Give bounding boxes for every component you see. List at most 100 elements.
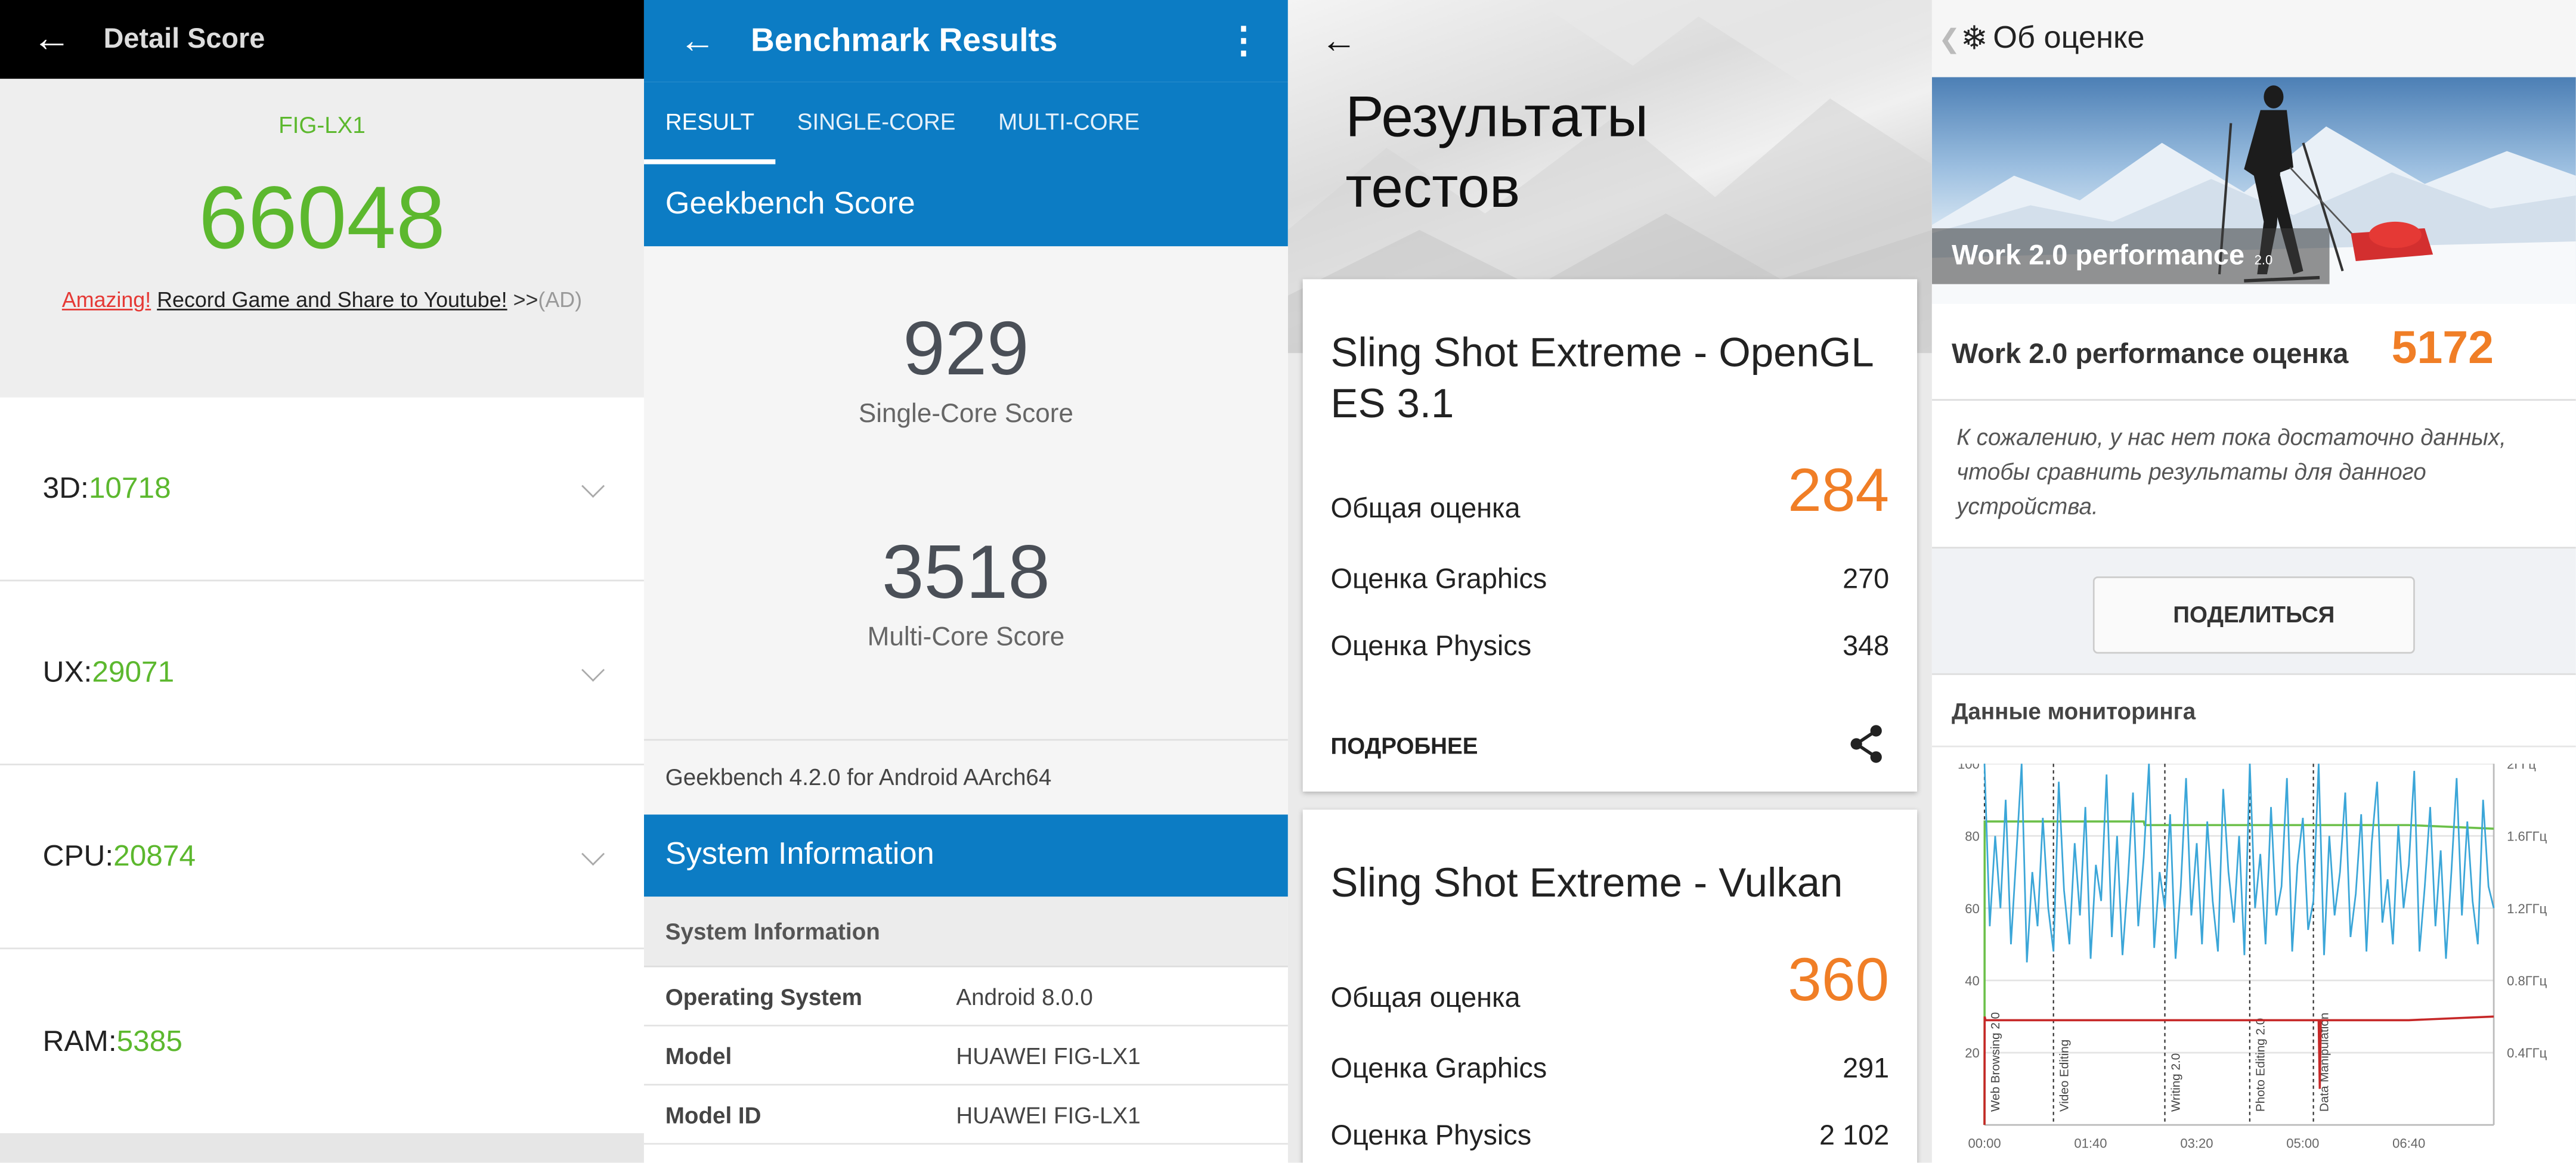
device-name: FIG-LX1 bbox=[278, 111, 366, 138]
y-tick-label: 40 bbox=[1965, 973, 1980, 988]
x-tick-label: 03:20 bbox=[2180, 1136, 2213, 1151]
details-button[interactable]: ПОДРОБНЕЕ bbox=[1331, 733, 1478, 759]
overall-score-row: Общая оценка 360 bbox=[1303, 939, 1917, 1031]
row-value: HUAWEI FIG-LX1 bbox=[956, 1043, 1141, 1069]
score-row-ux[interactable]: UX: 29071 bbox=[0, 581, 644, 765]
physics-label: Оценка Physics bbox=[1330, 630, 1532, 662]
x-tick-label: 05:00 bbox=[2286, 1136, 2319, 1151]
monitoring-card: Данные мониторинга 100 80 60 40 20 2ГГц 1.6ГГц… bbox=[1931, 673, 2576, 1163]
chevron-down-icon[interactable] bbox=[581, 841, 605, 865]
score-value: 20874 bbox=[113, 839, 196, 872]
table-row: Operating System Android 8.0.0 bbox=[643, 967, 1288, 1026]
y-tick-label: 60 bbox=[1965, 901, 1980, 916]
x-tick-label: 01:40 bbox=[2074, 1136, 2107, 1151]
single-core-label: Single-Core Score bbox=[858, 401, 1074, 429]
back-arrow-icon[interactable]: ← bbox=[1321, 20, 1357, 63]
graphics-score-row: Оценка Graphics 270 bbox=[1303, 555, 1917, 622]
table-row: Model ID HUAWEI FIG-LX1 bbox=[643, 1086, 1288, 1145]
chevron-down-icon[interactable] bbox=[581, 473, 605, 497]
result-card-opengl[interactable]: Sling Shot Extreme - OpenGL ES 3.1 Общая… bbox=[1302, 279, 1918, 792]
graphics-label: Оценка Graphics bbox=[1330, 563, 1547, 595]
row-value: Android 8.0.0 bbox=[956, 984, 1093, 1010]
back-arrow-icon[interactable]: ← bbox=[0, 0, 104, 79]
score-label: RAM: bbox=[42, 1024, 117, 1057]
score-row-3d[interactable]: 3D: 10718 bbox=[0, 398, 644, 582]
x-tick-label: 00:00 bbox=[1968, 1136, 2001, 1151]
row-key: Model ID bbox=[665, 1102, 761, 1128]
overall-label: Общая оценка bbox=[1330, 492, 1521, 524]
banner-label: Work 2.0 performance 2.0 bbox=[1931, 228, 2330, 284]
y2-tick-label: 0.8ГГц bbox=[2507, 973, 2547, 988]
y2-tick-label: 0.4ГГц bbox=[2507, 1046, 2547, 1060]
graphics-score: 270 bbox=[1843, 563, 1890, 595]
ad-label: (AD) bbox=[538, 287, 583, 312]
physics-score-row: Оценка Physics 2 102 bbox=[1303, 1112, 1917, 1162]
score-label: UX: bbox=[42, 655, 92, 689]
result-card-vulkan[interactable]: Sling Shot Extreme - Vulkan Общая оценка… bbox=[1302, 810, 1918, 1163]
share-icon[interactable] bbox=[1848, 724, 1884, 764]
top-app-bar: ❮ ❄ Об оценке bbox=[1931, 0, 2576, 77]
physics-label: Оценка Physics bbox=[1330, 1119, 1532, 1152]
top-app-bar: ← Detail Score bbox=[0, 0, 644, 79]
page-title: Результаты тестов bbox=[1345, 82, 1648, 224]
score-panel: 929 Single-Core Score 3518 Multi-Core Sc… bbox=[643, 246, 1288, 741]
share-button[interactable]: ПОДЕЛИТЬСЯ bbox=[2092, 576, 2415, 654]
threedmark-panel: ← Результаты тестов Sling Shot Extreme -… bbox=[1287, 0, 1932, 1163]
multi-core-score: 3518 bbox=[881, 529, 1050, 615]
overall-score: 360 bbox=[1788, 945, 1890, 1013]
promo-link[interactable]: Record Game and Share to Youtube! bbox=[157, 287, 507, 312]
banner-title: Work 2.0 performance bbox=[1951, 240, 2245, 271]
back-arrow-icon[interactable]: ← bbox=[644, 20, 751, 63]
tab-single-core[interactable]: SINGLE-CORE bbox=[776, 82, 977, 165]
section-header-system-information: System Information bbox=[643, 814, 1288, 897]
monitoring-title: Данные мониторинга bbox=[1931, 675, 2576, 748]
score-label: CPU: bbox=[42, 839, 114, 872]
total-score: 66048 bbox=[199, 169, 445, 268]
row-key: Model bbox=[665, 1043, 732, 1069]
graphics-label: Оценка Graphics bbox=[1330, 1052, 1547, 1084]
single-core-score: 929 bbox=[903, 305, 1029, 391]
promo-banner[interactable]: Amazing! Record Game and Share to Youtub… bbox=[0, 287, 644, 312]
graphics-score-row: Оценка Graphics 291 bbox=[1303, 1044, 1917, 1112]
antutu-panel: ← Detail Score FIG-LX1 66048 Amazing! Re… bbox=[0, 0, 644, 1163]
section-label: Web Browsing 2.0 bbox=[1989, 1012, 2002, 1112]
series-line bbox=[1983, 764, 2495, 963]
score-box: Work 2.0 performance оценка 5172 bbox=[1931, 303, 2576, 401]
no-data-note: К сожалению, у нас нет пока достаточно д… bbox=[1931, 401, 2576, 549]
title-line-2: тестов bbox=[1345, 156, 1521, 221]
version-text: Geekbench 4.2.0 for Android AArch64 bbox=[643, 740, 1288, 815]
score-row-ram: RAM: 5385 bbox=[0, 949, 644, 1133]
table-row: Model HUAWEI FIG-LX1 bbox=[643, 1026, 1288, 1086]
y2-tick-label: 1.6ГГц bbox=[2507, 829, 2547, 844]
overall-score-row: Общая оценка 284 bbox=[1303, 450, 1917, 542]
score-value: 29071 bbox=[92, 655, 175, 689]
physics-score-row: Оценка Physics 348 bbox=[1303, 622, 1917, 690]
benchmark-banner-image: Work 2.0 performance 2.0 bbox=[1931, 77, 2576, 304]
chevron-left-icon[interactable]: ❮ bbox=[1939, 22, 1961, 55]
total-score-panel: FIG-LX1 66048 Amazing! Record Game and S… bbox=[0, 79, 644, 398]
chevron-down-icon[interactable] bbox=[581, 658, 605, 681]
promo-arrows: >> bbox=[513, 287, 538, 312]
row-value: HUAWEI FIG-LX1 bbox=[956, 1102, 1141, 1128]
table-subheader: System Information bbox=[643, 897, 1288, 967]
score-value: 10718 bbox=[88, 471, 171, 504]
more-vert-icon[interactable]: ⋮ bbox=[1225, 20, 1262, 63]
y-tick-label: 20 bbox=[1965, 1046, 1980, 1060]
page-title: Benchmark Results bbox=[751, 22, 1058, 58]
card-title: Sling Shot Extreme - Vulkan bbox=[1330, 860, 1843, 907]
title-line-1: Результаты bbox=[1345, 85, 1649, 150]
overall-score: 284 bbox=[1788, 456, 1890, 524]
score-row-cpu[interactable]: CPU: 20874 bbox=[0, 765, 644, 950]
monitoring-chart: 100 80 60 40 20 2ГГц 1.6ГГц 1.2ГГц 0.8ГГц 0.4ГГц 0… bbox=[1958, 764, 2547, 1151]
y2-tick-label: 2ГГц bbox=[2507, 764, 2536, 771]
tab-multi-core[interactable]: MULTI-CORE bbox=[977, 82, 1161, 165]
banner-version: 2.0 bbox=[2254, 253, 2273, 268]
section-label: Photo Editing 2.0 bbox=[2254, 1018, 2268, 1112]
page-title: Detail Score bbox=[103, 23, 265, 54]
card-title: Sling Shot Extreme - OpenGL ES 3.1 bbox=[1330, 330, 1873, 427]
promo-highlight[interactable]: Amazing! bbox=[62, 287, 151, 312]
physics-score: 348 bbox=[1843, 630, 1890, 662]
tab-result[interactable]: RESULT bbox=[643, 82, 776, 165]
section-header-geekbench-score: Geekbench Score bbox=[643, 164, 1288, 247]
score-label: 3D: bbox=[42, 471, 89, 504]
